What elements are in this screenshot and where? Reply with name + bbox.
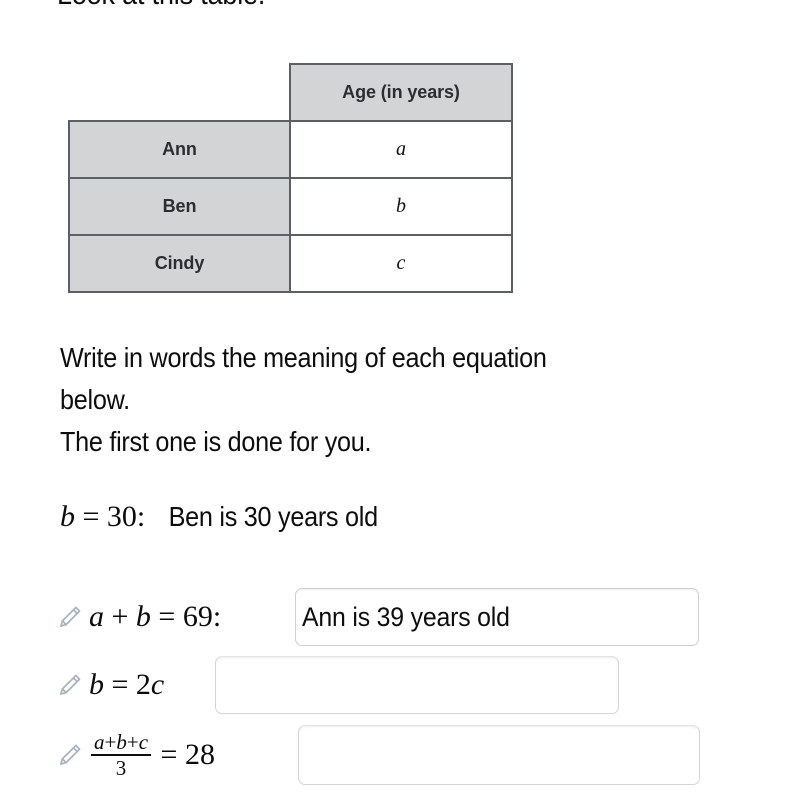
- table-row: Cindy c: [68, 234, 513, 293]
- example-operator: =: [82, 500, 100, 533]
- table-row-label-ben: Ben: [68, 177, 291, 236]
- table-header-age: Age (in years): [289, 63, 513, 122]
- eq2-variable-c: c: [150, 668, 165, 701]
- eq1-rhs: 69: [182, 600, 213, 633]
- instruction-line-1: Write in words the meaning of each equat…: [60, 342, 547, 373]
- table-row-label-ann: Ann: [68, 120, 291, 179]
- eq3-equals: =: [160, 738, 178, 771]
- pencil-icon: [60, 744, 81, 765]
- table-row-value-ben: b: [289, 177, 513, 236]
- answer-row-2: b = 2c: [57, 656, 172, 714]
- eq2-coefficient: 2: [135, 668, 151, 701]
- table-header-row: Age (in years): [69, 63, 513, 122]
- equation-2-label: b = 2c: [89, 668, 164, 702]
- eq2-equals: =: [111, 668, 129, 701]
- eq3-numerator-b: b: [116, 729, 127, 754]
- age-table-wrapper: Age (in years) Ann a Ben b Cindy c: [68, 63, 513, 293]
- pencil-icon: [60, 674, 81, 695]
- eq1-term-b: b: [135, 600, 151, 633]
- table-corner-cell: [69, 64, 290, 121]
- example-variable: b: [60, 500, 75, 533]
- eq3-rhs: 28: [184, 738, 215, 771]
- eq1-plus: +: [111, 600, 129, 633]
- table-row-value-cindy: c: [289, 234, 513, 293]
- age-table: Age (in years) Ann a Ben b Cindy c: [68, 63, 513, 293]
- example-equation: b = 30:: [60, 500, 145, 534]
- answer-input-3[interactable]: [298, 725, 700, 785]
- eq3-numerator-plus-2: +: [126, 729, 139, 754]
- equation-3-label: a+b+c 3 = 28: [89, 731, 215, 779]
- table-row-label-cindy: Cindy: [68, 234, 291, 293]
- eq3-denominator: 3: [91, 754, 152, 779]
- worked-example-row: b = 30: Ben is 30 years old: [60, 500, 390, 534]
- instruction-line-2: below.: [60, 384, 130, 415]
- eq2-term-b: b: [89, 668, 104, 701]
- answer-row-1: a + b = 69:: [57, 588, 229, 646]
- eq1-term-a: a: [89, 600, 104, 633]
- eq3-numerator: a+b+c: [91, 731, 151, 754]
- equation-1-label: a + b = 69:: [89, 600, 221, 634]
- instructions-block: Write in words the meaning of each equat…: [60, 337, 760, 463]
- eq3-numerator-c: c: [138, 729, 149, 754]
- example-answer-text: Ben is 30 years old: [168, 501, 379, 532]
- pencil-icon: [60, 606, 81, 627]
- instruction-line-3: The first one is done for you.: [60, 426, 372, 457]
- eq1-equals: =: [158, 600, 176, 633]
- example-number: 30: [106, 500, 137, 533]
- answer-input-1[interactable]: Ann is 39 years old: [295, 588, 699, 646]
- table-row-value-ann: a: [289, 120, 513, 179]
- table-row: Ben b: [68, 177, 513, 236]
- eq1-colon: :: [212, 600, 222, 633]
- answer-row-3: a+b+c 3 = 28: [57, 725, 223, 785]
- eq3-numerator-plus-1: +: [104, 729, 117, 754]
- eq3-numerator-a: a: [94, 729, 105, 754]
- table-row: Ann a: [68, 120, 513, 179]
- answer-input-1-value: Ann is 39 years old: [302, 601, 510, 632]
- answer-input-2[interactable]: [215, 656, 619, 714]
- page-heading: Look at this table.: [57, 0, 265, 12]
- eq3-fraction: a+b+c 3: [91, 731, 152, 779]
- example-colon: :: [136, 500, 146, 533]
